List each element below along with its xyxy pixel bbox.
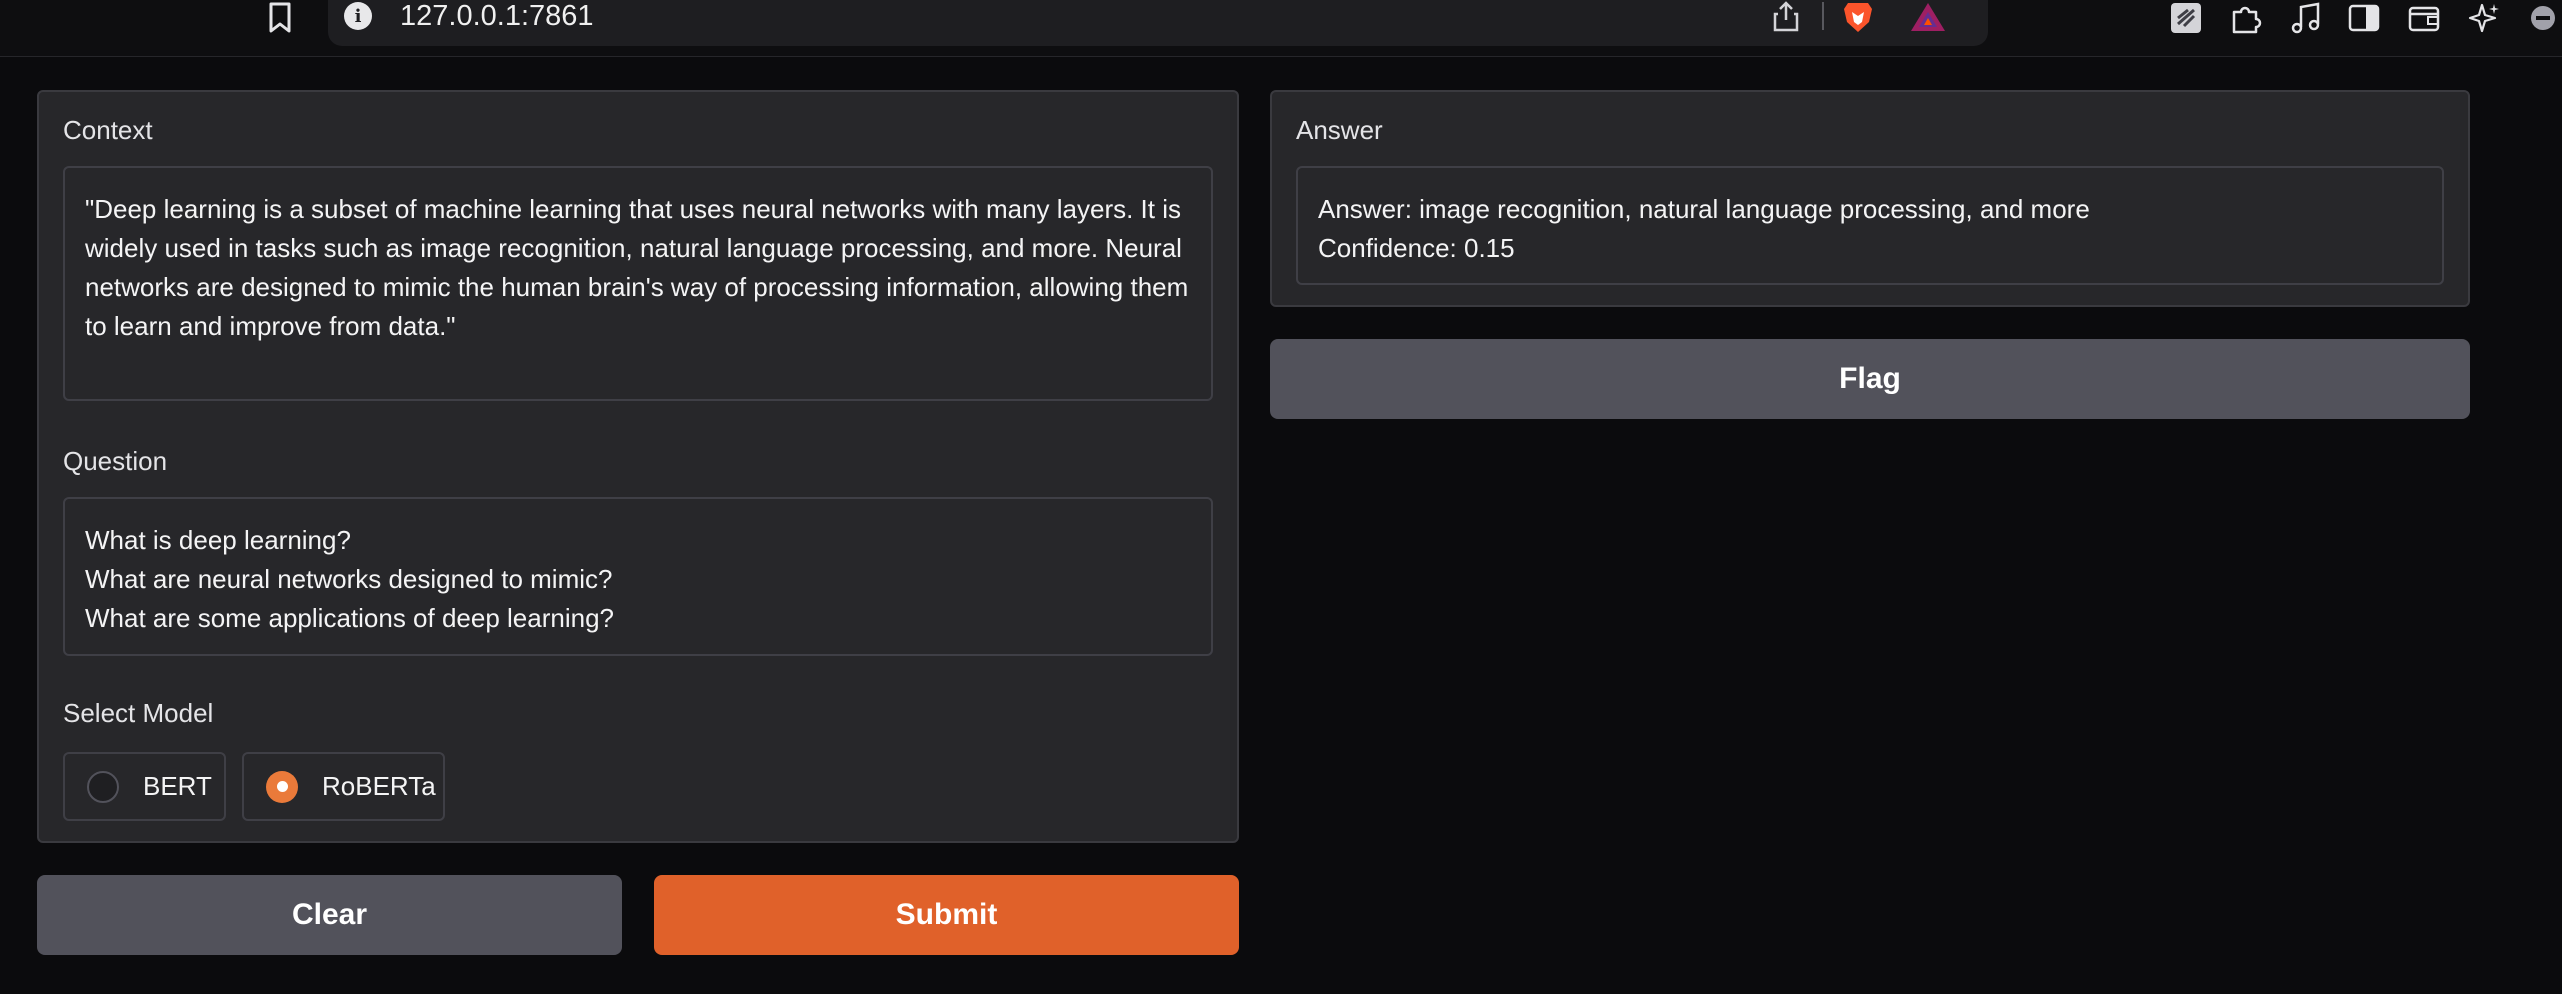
bookmark-icon[interactable]: [262, 0, 298, 36]
answer-label: Answer: [1296, 115, 1383, 145]
radio-unchecked-icon[interactable]: [87, 770, 119, 803]
sidebar-icon[interactable]: [2346, 0, 2382, 36]
music-note-icon[interactable]: [2288, 0, 2324, 36]
context-textarea[interactable]: "Deep learning is a subset of machine le…: [63, 166, 1213, 401]
submit-button[interactable]: Submit: [654, 875, 1239, 955]
wallet-icon[interactable]: [2406, 0, 2442, 36]
question-label: Question: [63, 446, 168, 476]
radio-option-roberta[interactable]: RoBERTa: [242, 752, 445, 821]
bat-rewards-icon[interactable]: [1910, 2, 1946, 32]
puzzle-extensions-icon[interactable]: [2228, 0, 2264, 36]
question-textarea[interactable]: What is deep learning? What are neural n…: [63, 497, 1213, 656]
site-info-icon[interactable]: i: [344, 2, 372, 30]
share-icon[interactable]: [1772, 0, 1800, 32]
radio-option-bert[interactable]: BERT: [63, 752, 226, 821]
minimize-icon[interactable]: [2528, 0, 2558, 36]
flag-button[interactable]: Flag: [1270, 339, 2470, 419]
answer-output: Answer: image recognition, natural langu…: [1296, 166, 2444, 285]
radio-checked-icon[interactable]: [266, 770, 298, 803]
sparkle-ai-icon[interactable]: [2466, 0, 2502, 36]
url-text[interactable]: 127.0.0.1:7861: [400, 0, 594, 32]
brave-lion-icon[interactable]: [1842, 0, 1874, 34]
address-bar[interactable]: i 127.0.0.1:7861: [328, 0, 1988, 46]
radio-label-roberta: RoBERTa: [322, 771, 436, 801]
url-divider: [1822, 2, 1824, 30]
select-model-label: Select Model: [63, 698, 214, 728]
context-label: Context: [63, 115, 153, 145]
clear-button[interactable]: Clear: [37, 875, 622, 955]
radio-label-bert: BERT: [143, 771, 212, 801]
extension-stripe-icon[interactable]: [2168, 0, 2204, 36]
browser-toolbar: i 127.0.0.1:7861: [0, 0, 2562, 57]
